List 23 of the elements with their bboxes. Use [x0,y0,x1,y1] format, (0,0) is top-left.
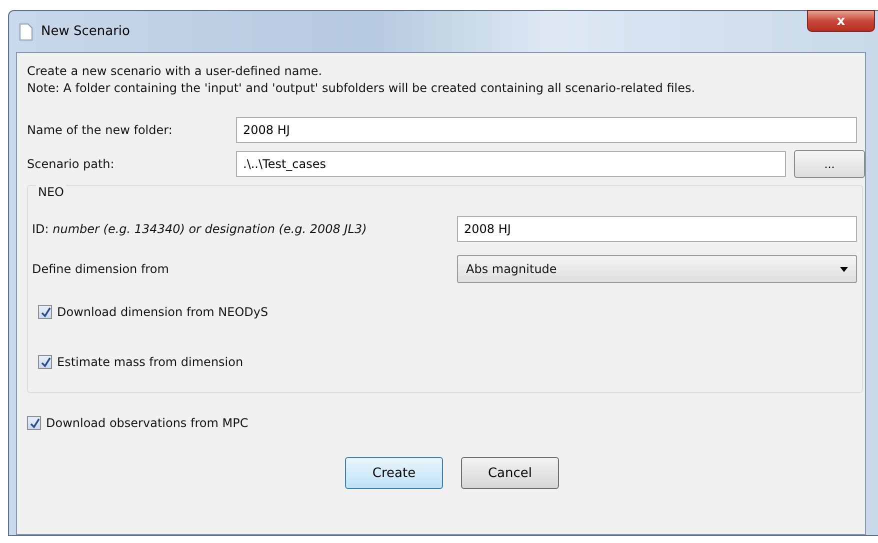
document-icon [19,22,33,40]
field-label: ID: number (e.g. 134340) or designation (e.g. 2008 JL3) [32,222,368,236]
checkbox[interactable] [27,416,41,430]
neo-id-field[interactable]: 2008 HJ [457,216,857,242]
window-title: New Scenario [41,24,130,39]
field-label: Define dimension from [32,262,170,276]
checkbox-label: Download observations from MPC [46,416,248,430]
field-label: Name of the new folder: [27,123,174,137]
dimension-dropdown[interactable]: Abs magnitude [457,255,857,283]
checkbox[interactable] [38,305,52,319]
checkbox[interactable] [38,355,52,369]
create-button[interactable]: Create [345,457,443,489]
description-text: Create a new scenario with a user-defined name. [27,63,324,80]
field-label: Scenario path: [27,157,116,171]
description-text: Note: A folder containing the 'input' and 'output' subfolders will be created containing all scenario-related files. [27,80,696,97]
scenario-path-field[interactable]: .\..\Test_cases [236,151,786,177]
group-title: NEO [36,185,66,199]
checkbox-label: Estimate mass from dimension [57,355,244,369]
folder-name-field[interactable]: 2008 HJ [236,117,857,143]
close-button[interactable]: x [807,10,875,32]
cancel-button[interactable]: Cancel [461,457,559,489]
checkbox-label: Download dimension from NEODyS [57,305,268,319]
browse-button[interactable]: ... [794,150,865,178]
